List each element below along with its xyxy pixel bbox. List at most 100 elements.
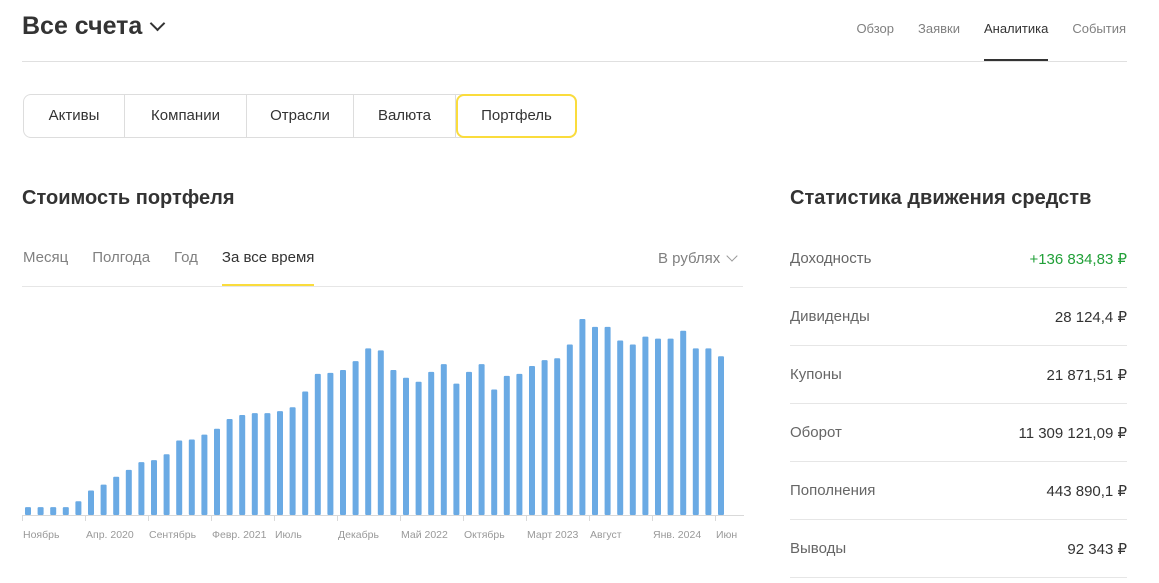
chart-bar[interactable] bbox=[478, 364, 485, 515]
chart-bar[interactable] bbox=[466, 371, 472, 515]
top-nav: Обзор Заявки Аналитика События bbox=[832, 20, 1126, 61]
currency-selector[interactable]: В рублях bbox=[658, 250, 738, 267]
stats-list: Доходность +136 834,83 ₽ Дивиденды 28 12… bbox=[790, 230, 1127, 578]
chart-bar[interactable] bbox=[302, 391, 309, 515]
chart-bar[interactable] bbox=[100, 484, 107, 515]
chart-bar[interactable] bbox=[503, 375, 510, 515]
segment-companies[interactable]: Компании bbox=[125, 95, 247, 137]
period-month[interactable]: Месяц bbox=[23, 248, 68, 286]
x-tick-label: Ноябрь bbox=[23, 529, 60, 541]
chart-bar[interactable] bbox=[25, 507, 31, 515]
x-tick-label: Июн bbox=[716, 529, 737, 541]
period-tabs: Месяц Полгода Год За все время bbox=[23, 248, 338, 286]
chart-bar[interactable] bbox=[554, 358, 561, 515]
chart-bar[interactable] bbox=[579, 319, 586, 515]
chart-bar[interactable] bbox=[201, 434, 208, 515]
segment-assets[interactable]: Активы bbox=[24, 95, 125, 137]
account-selector[interactable]: Все счета bbox=[22, 12, 166, 41]
chart-bar[interactable] bbox=[705, 348, 712, 515]
chart-bar[interactable] bbox=[88, 490, 94, 516]
chart-bar[interactable] bbox=[529, 366, 535, 515]
stat-row-withdrawals: Выводы 92 343 ₽ bbox=[790, 520, 1127, 578]
chart-bar[interactable] bbox=[403, 377, 409, 515]
chart-bar[interactable] bbox=[340, 369, 346, 515]
chart-bar[interactable] bbox=[516, 373, 523, 515]
chart-bar[interactable] bbox=[566, 344, 573, 515]
x-tick-label: Март 2023 bbox=[527, 529, 579, 541]
chart-bar[interactable] bbox=[62, 507, 69, 515]
chart-bar[interactable] bbox=[680, 330, 687, 515]
segment-portfolio[interactable]: Портфель bbox=[456, 94, 577, 138]
chart-bar[interactable] bbox=[617, 340, 624, 515]
nav-overview[interactable]: Обзор bbox=[856, 20, 894, 61]
chart-bar[interactable] bbox=[75, 501, 82, 515]
segment-currency[interactable]: Валюта bbox=[354, 95, 456, 137]
stat-label: Выводы bbox=[790, 540, 847, 557]
x-tick-label: Декабрь bbox=[338, 529, 379, 541]
nav-events[interactable]: События bbox=[1072, 20, 1126, 61]
chevron-down-icon bbox=[726, 250, 738, 262]
chart-bar[interactable] bbox=[277, 411, 283, 515]
chart-bar[interactable] bbox=[264, 413, 271, 515]
chart-bar[interactable] bbox=[239, 415, 246, 515]
chart-bar[interactable] bbox=[113, 476, 120, 515]
chart-bar[interactable] bbox=[151, 460, 157, 515]
chart-bar[interactable] bbox=[541, 360, 548, 515]
chart-bar[interactable] bbox=[377, 350, 384, 515]
chart-bar[interactable] bbox=[655, 338, 661, 515]
chart-bar[interactable] bbox=[592, 326, 598, 515]
chart-bar[interactable] bbox=[327, 372, 334, 515]
portfolio-value-chart: Ноябрь Апр. 2020 Сентябрь Февр. 2021 Июль Дек… bbox=[22, 319, 744, 541]
stat-row-yield: Доходность +136 834,83 ₽ bbox=[790, 230, 1127, 288]
chart-bar[interactable] bbox=[365, 348, 372, 515]
chart-bar[interactable] bbox=[176, 440, 183, 515]
chart-bar[interactable] bbox=[453, 383, 460, 515]
chart-bar[interactable] bbox=[718, 356, 724, 515]
chart-bar[interactable] bbox=[37, 507, 44, 515]
stat-value: 443 890,1 ₽ bbox=[1046, 482, 1127, 500]
chart-bar[interactable] bbox=[226, 418, 233, 515]
chart-bar[interactable] bbox=[314, 373, 321, 515]
chart-bar[interactable] bbox=[642, 336, 649, 515]
chart-bar[interactable] bbox=[251, 413, 258, 515]
chart-bar[interactable] bbox=[289, 407, 296, 515]
currency-label: В рублях bbox=[658, 250, 721, 267]
x-tick-label: Июль bbox=[275, 529, 302, 541]
chart-bar[interactable] bbox=[138, 462, 145, 515]
chart-bar[interactable] bbox=[629, 344, 636, 515]
chart-bar[interactable] bbox=[50, 507, 57, 515]
chart-bar[interactable] bbox=[440, 364, 447, 515]
chart-bar[interactable] bbox=[352, 361, 359, 515]
chart-bar[interactable] bbox=[163, 454, 170, 515]
chart-bar[interactable] bbox=[491, 389, 498, 515]
x-tick-label: Август bbox=[590, 529, 622, 541]
stat-label: Купоны bbox=[790, 366, 842, 383]
stats-title: Статистика движения средств bbox=[790, 187, 1092, 209]
chart-bar[interactable] bbox=[428, 371, 435, 515]
chart-bar[interactable] bbox=[604, 326, 611, 515]
x-tick-label: Февр. 2021 bbox=[212, 529, 267, 541]
x-tick-label: Апр. 2020 bbox=[86, 529, 134, 541]
portfolio-title: Стоимость портфеля bbox=[22, 187, 235, 209]
nav-orders[interactable]: Заявки bbox=[918, 20, 960, 61]
stat-label: Пополнения bbox=[790, 482, 876, 499]
x-tick-label: Май 2022 bbox=[401, 529, 448, 541]
stat-label: Оборот bbox=[790, 424, 842, 441]
chart-bar[interactable] bbox=[667, 338, 674, 515]
chart-bar[interactable] bbox=[692, 348, 699, 515]
period-half-year[interactable]: Полгода bbox=[92, 248, 150, 286]
nav-analytics[interactable]: Аналитика bbox=[983, 20, 1049, 61]
period-year[interactable]: Год bbox=[174, 248, 198, 286]
chart-bar[interactable] bbox=[214, 428, 220, 515]
chart-bar[interactable] bbox=[390, 369, 397, 515]
stat-row-deposits: Пополнения 443 890,1 ₽ bbox=[790, 462, 1127, 520]
x-tick-label: Октябрь bbox=[464, 529, 505, 541]
chart-bar[interactable] bbox=[125, 469, 132, 515]
chart-bar[interactable] bbox=[188, 439, 195, 515]
chevron-down-icon bbox=[150, 15, 166, 32]
period-all-time[interactable]: За все время bbox=[221, 248, 315, 286]
header-divider bbox=[22, 61, 1127, 62]
stat-value: 28 124,4 ₽ bbox=[1054, 308, 1127, 326]
segment-sectors[interactable]: Отрасли bbox=[247, 95, 354, 137]
chart-bar[interactable] bbox=[415, 381, 422, 515]
